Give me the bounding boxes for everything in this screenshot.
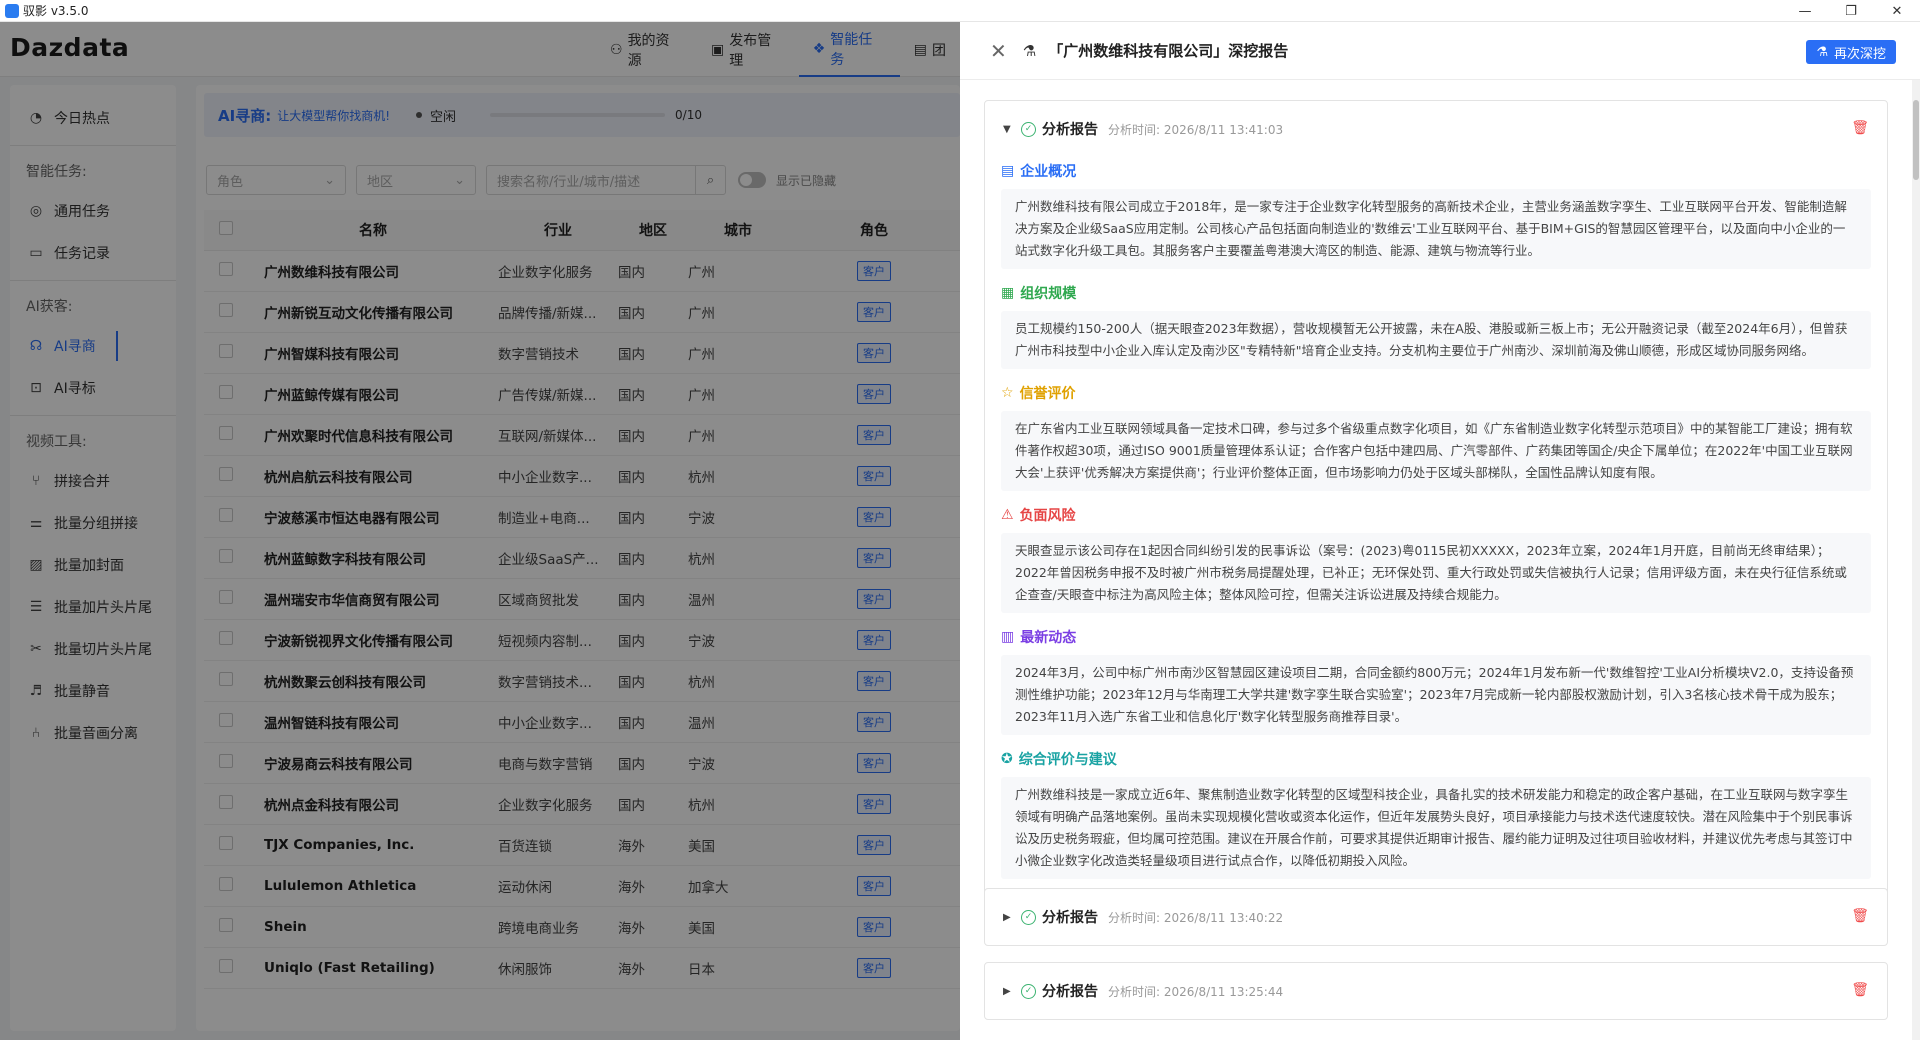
section-body: 广州数维科技有限公司成立于2018年，是一家专注于企业数字化转型服务的高新技术企… [1001,189,1871,269]
trash-icon[interactable]: 🗑 [1851,120,1869,136]
report-section: ▦ 组织规模员工规模约150-200人（据天眼查2023年数据），营收规模暂无公开… [985,279,1887,369]
report-section: ▤ 企业概况广州数维科技有限公司成立于2018年，是一家专注于企业数字化转型服务的… [985,157,1887,269]
report-header[interactable]: ▼ ✓ 分析报告 分析时间: 2026/8/11 13:41:03 🗑 [985,101,1887,157]
report-card: ▼ ✓ 分析报告 分析时间: 2026/8/11 13:41:03 🗑 ▤ 企业概… [984,100,1888,896]
report-drawer: ✕ ⚗ 「广州数维科技有限公司」深挖报告 ⚗ 再次深挖 ▼ ✓ 分析报告 分析时间… [960,22,1920,1040]
star-icon: ☆ [1001,385,1014,401]
news-icon: ▥ [1001,629,1015,645]
grid-icon: ▦ [1001,285,1015,301]
minimize-button[interactable]: — [1782,0,1828,22]
report-section: ⚠ 负面风险天眼查显示该公司存在1起因合同纠纷引发的民事诉讼（案号：(2023)粤… [985,501,1887,613]
section-body: 广州数维科技是一家成立近6年、聚焦制造业数字化转型的区域型科技企业，具备扎实的技… [1001,777,1871,879]
maximize-button[interactable]: ❐ [1828,0,1874,22]
flask-icon: ⚗ [1816,44,1828,60]
report-header[interactable]: ▶ ✓ 分析报告 分析时间: 2026/8/11 13:25:44 🗑 [985,963,1887,1019]
report-card: ▶ ✓ 分析报告 分析时间: 2026/8/11 13:25:44 🗑 [984,962,1888,1020]
app-title: 驭影 v3.5.0 [23,4,89,18]
section-heading: ☆ 信誉评价 [1001,385,1076,402]
bulb-icon: ✪ [1001,751,1013,767]
redig-button[interactable]: ⚗ 再次深挖 [1806,40,1896,64]
section-heading: ▤ 企业概况 [1001,163,1077,180]
app-logo-icon [5,3,19,18]
section-heading: ⚠ 负面风险 [1001,507,1076,524]
drawer-header: ✕ ⚗ 「广州数维科技有限公司」深挖报告 ⚗ 再次深挖 [960,22,1920,80]
close-window-button[interactable]: ✕ [1874,0,1920,22]
trash-icon[interactable]: 🗑 [1851,982,1869,998]
doc-icon: ▤ [1001,163,1015,179]
section-heading: ▦ 组织规模 [1001,285,1077,302]
section-heading: ▥ 最新动态 [1001,629,1077,646]
section-body: 天眼查显示该公司存在1起因合同纠纷引发的民事诉讼（案号：(2023)粤0115民… [1001,533,1871,613]
title-bar: 驭影 v3.5.0 — ❐ ✕ [0,0,1920,22]
chevron-right-icon[interactable]: ▶ [1003,986,1015,997]
report-header[interactable]: ▶ ✓ 分析报告 分析时间: 2026/8/11 13:40:22 🗑 [985,889,1887,945]
section-body: 员工规模约150-200人（据天眼查2023年数据），营收规模暂无公开披露，未在… [1001,311,1871,369]
chevron-right-icon[interactable]: ▶ [1003,912,1015,923]
trash-icon[interactable]: 🗑 [1851,908,1869,924]
report-card: ▶ ✓ 分析报告 分析时间: 2026/8/11 13:40:22 🗑 [984,888,1888,946]
section-body: 2024年3月，公司中标广州市南沙区智慧园区建设项目二期，合同金额约800万元；… [1001,655,1871,735]
scrollbar[interactable] [1912,80,1920,1040]
drawer-title: 「广州数维科技有限公司」深挖报告 [1048,42,1289,60]
check-circle-icon: ✓ [1021,121,1036,137]
warning-icon: ⚠ [1001,507,1014,523]
check-circle-icon: ✓ [1021,909,1036,925]
modal-overlay[interactable] [0,22,960,1040]
section-body: 在广东省内工业互联网领域具备一定技术口碑，参与过多个省级重点数字化项目，如《广东… [1001,411,1871,491]
report-section: ▥ 最新动态 2024年3月，公司中标广州市南沙区智慧园区建设项目二期，合同金额约8… [985,623,1887,735]
close-icon[interactable]: ✕ [990,39,1007,63]
check-circle-icon: ✓ [1021,983,1036,999]
report-section: ✪ 综合评价与建议广州数维科技是一家成立近6年、聚焦制造业数字化转型的区域型科技企… [985,745,1887,879]
flask-icon: ⚗ [1022,41,1037,60]
report-section: ☆ 信誉评价在广东省内工业互联网领域具备一定技术口碑，参与过多个省级重点数字化项目… [985,379,1887,491]
chevron-down-icon[interactable]: ▼ [1003,124,1015,135]
section-heading: ✪ 综合评价与建议 [1001,751,1117,768]
